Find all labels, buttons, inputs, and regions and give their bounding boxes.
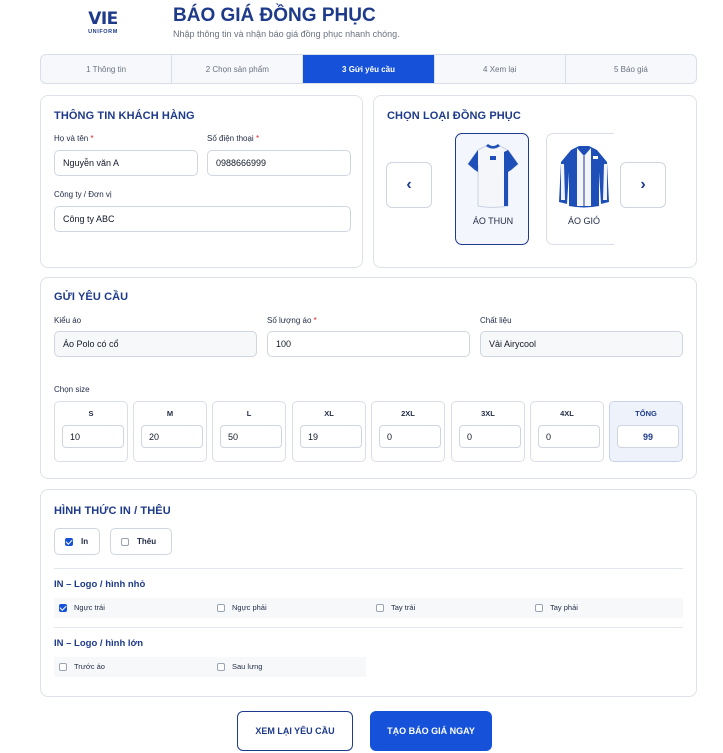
print-method-title: HÌNH THỨC IN / THÊU xyxy=(54,505,171,517)
company-field[interactable]: Công ty ABC xyxy=(54,206,351,232)
size-box-4xl: 4XL 0 xyxy=(530,401,604,462)
option-right-sleeve[interactable]: Tay phải xyxy=(535,603,578,612)
review-request-button[interactable]: XEM LẠI YÊU CẦU xyxy=(237,711,353,751)
checkbox-checked-icon xyxy=(65,537,73,546)
material-field[interactable]: Vải Airycool xyxy=(480,331,683,357)
size-box-xl: XL 19 xyxy=(292,401,366,462)
method-print-toggle[interactable]: In xyxy=(54,528,100,555)
qty-label: Số lượng áo * xyxy=(267,316,317,325)
small-logo-title: IN – Logo / hình nhỏ xyxy=(54,579,146,590)
page-title: BÁO GIÁ ĐỒNG PHỤC xyxy=(173,5,376,26)
request-title: GỬI YÊU CẦU xyxy=(54,291,129,303)
step-info[interactable]: 1 Thông tin xyxy=(41,55,173,83)
material-label: Chất liệu xyxy=(480,316,512,325)
chevron-right-icon: › xyxy=(640,176,646,193)
logo-wordmark: VIE xyxy=(88,9,118,29)
qty-field[interactable]: 100 xyxy=(267,331,470,357)
checkbox-icon xyxy=(217,662,225,671)
size-name: M xyxy=(166,409,174,418)
option-back[interactable]: Sau lưng xyxy=(217,662,262,671)
uniform-type-title: CHỌN LOẠI ĐỒNG PHỤC xyxy=(387,110,521,122)
method-label: In xyxy=(81,537,89,546)
name-field[interactable]: Nguyễn văn A xyxy=(54,150,198,176)
option-label: Tay trái xyxy=(391,603,416,612)
step-product[interactable]: 2 Chọn sản phẩm xyxy=(172,55,304,83)
product-label: ÁO THUN xyxy=(472,216,514,226)
option-left-chest[interactable]: Ngực trái xyxy=(59,603,105,612)
phone-label: Số điện thoại * xyxy=(207,134,260,143)
option-front[interactable]: Trước áo xyxy=(59,662,105,671)
checkbox-icon xyxy=(59,662,67,671)
customer-info-title: THÔNG TIN KHÁCH HÀNG xyxy=(54,110,195,122)
total-value: 99 xyxy=(617,425,679,448)
carousel-prev-button[interactable]: ‹ xyxy=(386,162,432,208)
chevron-left-icon: ‹ xyxy=(406,176,412,193)
size-box-m: M 20 xyxy=(133,401,207,462)
method-label: Thêu xyxy=(137,537,157,546)
size-qty-input[interactable]: 0 xyxy=(459,425,521,448)
tshirt-icon xyxy=(467,144,519,208)
size-name: 4XL xyxy=(560,409,574,418)
logo-subtext: UNIFORM xyxy=(88,29,118,35)
size-box-l: L 50 xyxy=(212,401,286,462)
product-ao-gio[interactable]: ÁO GIÓ xyxy=(546,133,620,245)
size-label: Chọn size xyxy=(54,385,90,394)
style-label: Kiểu áo xyxy=(54,316,82,325)
size-qty-input[interactable]: 50 xyxy=(220,425,282,448)
jacket-icon xyxy=(559,146,609,208)
option-label: Ngực phải xyxy=(232,603,267,612)
product-ao-thun[interactable]: ÁO THUN xyxy=(455,133,529,245)
size-total-box: TỔNG 99 xyxy=(609,401,683,462)
size-qty-input[interactable]: 0 xyxy=(538,425,600,448)
size-box-2xl: 2XL 0 xyxy=(371,401,445,462)
section-divider xyxy=(54,568,683,569)
checkbox-icon xyxy=(376,603,384,612)
company-label: Công ty / Đơn vị xyxy=(54,190,112,199)
size-name: 3XL xyxy=(481,409,495,418)
carousel-next-button[interactable]: › xyxy=(620,162,666,208)
small-logo-options xyxy=(54,598,683,618)
checkbox-checked-icon xyxy=(59,603,67,612)
brand-logo[interactable]: VIE UNIFORM xyxy=(86,10,120,38)
product-label: ÁO GIÓ xyxy=(567,216,600,226)
page-header: VIE UNIFORM BÁO GIÁ ĐỒNG PHỤC Nhập thông… xyxy=(0,0,723,54)
large-logo-title: IN – Logo / hình lớn xyxy=(54,638,144,649)
step-review[interactable]: 4 Xem lại xyxy=(435,55,566,83)
phone-field[interactable]: 0988666999 xyxy=(207,150,351,176)
size-qty-input[interactable]: 20 xyxy=(141,425,203,448)
size-name: 2XL xyxy=(401,409,415,418)
option-label: Sau lưng xyxy=(232,662,263,671)
option-label: Trước áo xyxy=(74,662,105,671)
option-left-sleeve[interactable]: Tay trái xyxy=(376,603,415,612)
size-name: S xyxy=(88,409,94,418)
size-box-3xl: 3XL 0 xyxy=(451,401,525,462)
method-embroidery-toggle[interactable]: Thêu xyxy=(110,528,172,555)
name-label: Họ và tên * xyxy=(54,134,94,143)
progress-stepper: 1 Thông tin 2 Chọn sản phẩm 3 Gửi yêu cầ… xyxy=(40,54,697,84)
create-quote-button[interactable]: TẠO BÁO GIÁ NGAY xyxy=(370,711,492,751)
checkbox-icon xyxy=(121,537,129,546)
step-quote[interactable]: 5 Báo giá xyxy=(566,55,696,83)
section-divider xyxy=(54,627,683,628)
size-name: L xyxy=(246,409,252,418)
size-qty-input[interactable]: 10 xyxy=(62,425,124,448)
total-label: TỔNG xyxy=(635,409,657,418)
size-qty-input[interactable]: 0 xyxy=(379,425,441,448)
page-subtitle: Nhập thông tin và nhận báo giá đồng phục… xyxy=(173,29,400,39)
step-request[interactable]: 3 Gửi yêu cầu xyxy=(303,55,435,83)
checkbox-icon xyxy=(217,603,225,612)
checkbox-icon xyxy=(535,603,543,612)
option-right-chest[interactable]: Ngực phải xyxy=(217,603,267,612)
option-label: Ngực trái xyxy=(74,603,105,612)
option-label: Tay phải xyxy=(550,603,578,612)
size-box-s: S 10 xyxy=(54,401,128,462)
size-name: XL xyxy=(324,409,334,418)
style-field[interactable]: Áo Polo có cổ xyxy=(54,331,257,357)
size-qty-input[interactable]: 19 xyxy=(300,425,362,448)
